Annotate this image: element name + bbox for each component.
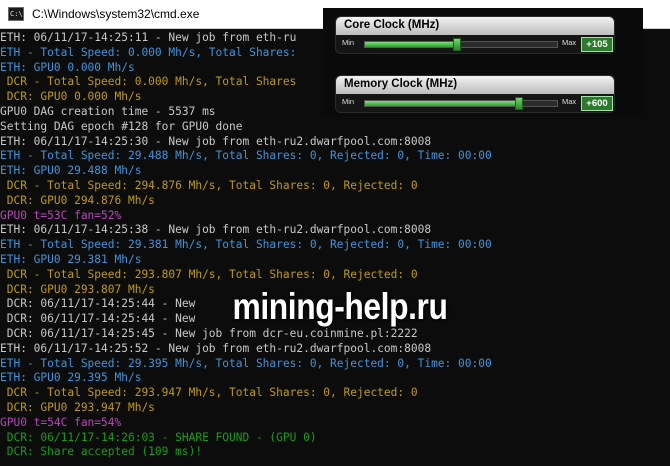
console-line: ETH: GPU0 29.488 Mh/s — [0, 164, 142, 178]
console-line: DCR - Total Speed: 293.947 Mh/s, Total S… — [0, 386, 418, 400]
console-line: GPU0 t=53C fan=52% — [0, 208, 122, 222]
console-line: ETH - Total Speed: 29.488 Mh/s, Total Sh… — [0, 149, 492, 163]
console-line: DCR: GPU0 0.000 Mh/s — [0, 90, 142, 104]
core-clock-value[interactable]: +105 — [581, 37, 613, 52]
core-clock-panel: Core Clock (MHz) Min Max +105 — [335, 16, 615, 54]
watermark-text: mining-help.ru — [232, 286, 448, 327]
console-line: DCR - Total Speed: 294.876 Mh/s, Total S… — [0, 179, 418, 192]
memory-clock-panel: Memory Clock (MHz) Min Max +600 — [335, 75, 615, 113]
core-clock-min-label: Min — [342, 38, 355, 47]
core-clock-header: Core Clock (MHz) — [336, 17, 614, 35]
memory-clock-min-label: Min — [342, 97, 355, 106]
console-line: GPU0 DAG creation time - 5537 ms — [0, 105, 216, 118]
console-line: ETH: 06/11/17-14:25:38 - New job from et… — [0, 223, 432, 237]
console-line: ETH: 06/11/17-14:25:52 - New job from et… — [0, 341, 432, 355]
console-line: ETH: GPU0 0.000 Mh/s — [0, 60, 135, 74]
memory-clock-slider-fill — [365, 101, 519, 106]
console-line: ETH - Total Speed: 29.395 Mh/s, Total Sh… — [0, 356, 492, 370]
core-clock-title: Core Clock (MHz) — [344, 19, 440, 31]
console-line: GPU0 t=54C fan=54% — [0, 415, 122, 429]
console-line: DCR: 06/11/17-14:25:44 - New — [0, 312, 196, 326]
memory-clock-max-label: Max — [562, 97, 577, 106]
console-line: ETH: 06/11/17-14:25:30 - New job from et… — [0, 134, 432, 148]
console-line: ETH: GPU0 29.381 Mh/s — [0, 253, 142, 266]
console-line: DCR: 06/11/17-14:25:44 - New — [0, 297, 196, 311]
memory-clock-slider-thumb[interactable] — [514, 97, 523, 110]
console-line: ETH: GPU0 29.395 Mh/s — [0, 371, 142, 385]
console-line: DCR: GPU0 293.947 Mh/s — [0, 401, 155, 414]
console-line: DCR: GPU0 293.807 Mh/s — [0, 282, 155, 296]
window-title: C:\Windows\system32\cmd.exe — [32, 7, 200, 21]
console-line: ETH: 06/11/17-14:25:11 - New job from et… — [0, 31, 297, 44]
console-line: DCR - Total Speed: 0.000 Mh/s, Total Sha… — [0, 75, 297, 89]
memory-clock-slider[interactable] — [364, 97, 558, 110]
core-clock-slider-thumb[interactable] — [453, 38, 462, 51]
memory-clock-value[interactable]: +600 — [581, 96, 613, 111]
overclock-overlay: Core Clock (MHz) Min Max +105 Memory Clo… — [323, 8, 643, 116]
console-line: DCR: Share accepted (109 ms)! — [0, 445, 203, 459]
core-clock-slider[interactable] — [364, 38, 558, 51]
console-line: DCR: 06/11/17-14:26:03 - SHARE FOUND - (… — [0, 430, 317, 444]
console-line: DCR - Total Speed: 293.807 Mh/s, Total S… — [0, 267, 418, 281]
console-line: ETH - Total Speed: 0.000 Mh/s, Total Sha… — [0, 45, 297, 59]
core-clock-max-label: Max — [562, 38, 577, 47]
memory-clock-title: Memory Clock (MHz) — [344, 78, 458, 90]
console-line: Setting DAG epoch #128 for GPU0 done — [0, 119, 243, 133]
core-clock-slider-fill — [365, 42, 458, 47]
memory-clock-header: Memory Clock (MHz) — [336, 76, 614, 94]
cmd-icon: C:\ — [8, 7, 24, 21]
console-line: ETH - Total Speed: 29.381 Mh/s, Total Sh… — [0, 238, 492, 252]
console-line: DCR: GPU0 294.876 Mh/s — [0, 193, 155, 207]
